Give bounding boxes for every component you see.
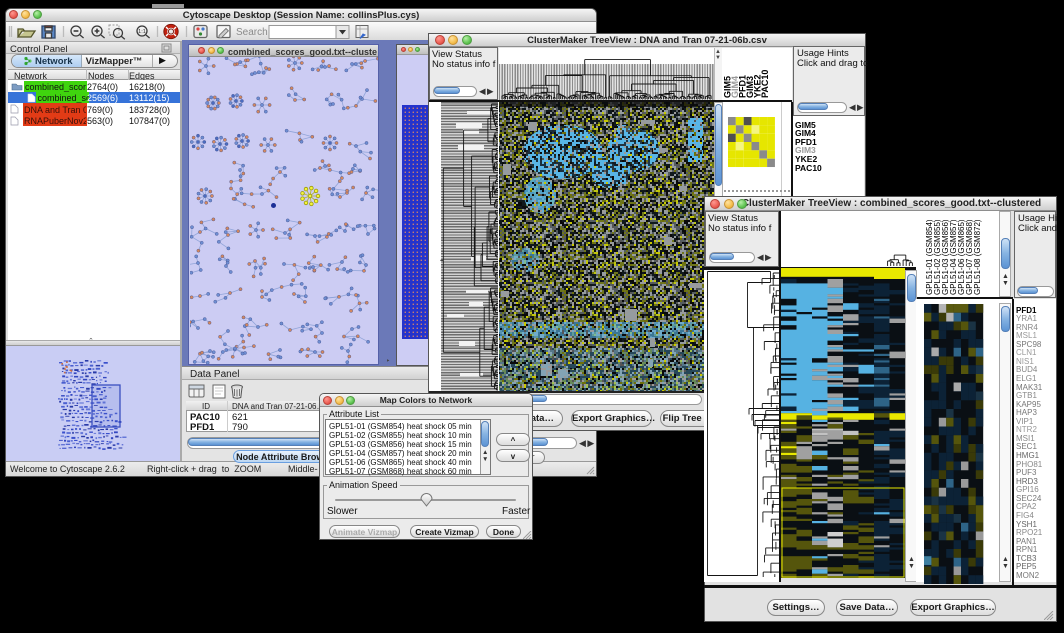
svg-text:PAC10: PAC10 — [760, 70, 770, 98]
svg-text:Search:: Search: — [236, 27, 270, 38]
svg-text:1:1: 1:1 — [138, 29, 146, 35]
svg-text:GPL51-08 (GSM872): GPL51-08 (GSM872) — [973, 219, 982, 295]
